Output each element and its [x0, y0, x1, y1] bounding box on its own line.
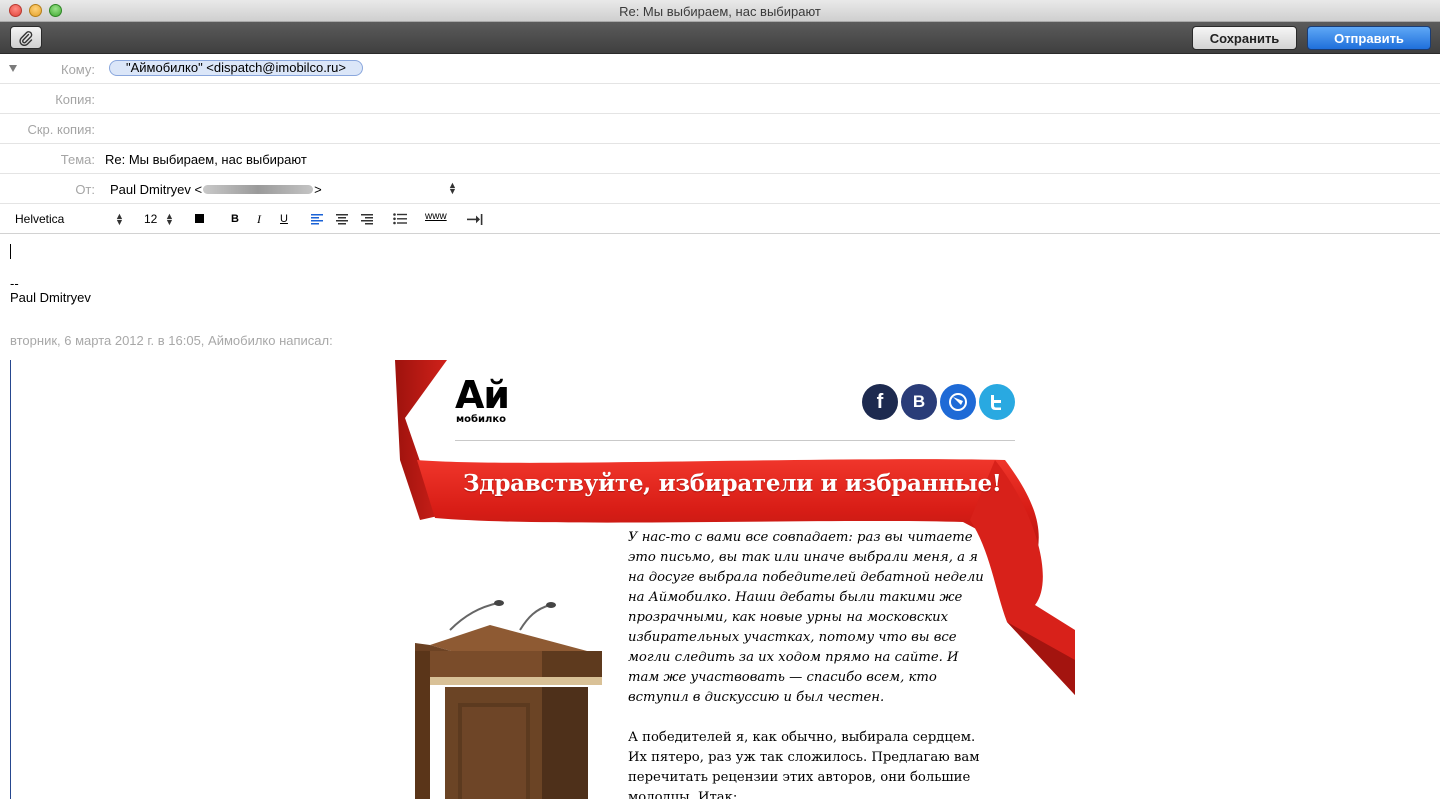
- bcc-row[interactable]: Скр. копия:: [0, 114, 1440, 144]
- logo-subtitle: мобилко: [456, 414, 507, 425]
- format-bar: Helvetica ▲ ▼ 12 ▲ ▼ B I U www: [0, 204, 1440, 234]
- vkontakte-icon[interactable]: B: [901, 384, 937, 420]
- recipient-token[interactable]: "Аймобилко" <dispatch@imobilco.ru>: [109, 60, 363, 76]
- bcc-label: Скр. копия:: [27, 122, 95, 137]
- text-cursor: [10, 244, 11, 259]
- from-row: От: Paul Dmitryev < > ▲ ▼: [0, 174, 1440, 204]
- twitter-glyph: [991, 395, 1001, 410]
- font-family-select[interactable]: Helvetica: [15, 212, 64, 226]
- podium-image: [415, 600, 602, 799]
- toolbar: Сохранить Отправить: [0, 22, 1440, 54]
- send-button[interactable]: Отправить: [1307, 26, 1431, 50]
- subject-input[interactable]: Re: Мы выбираем, нас выбирают: [105, 152, 307, 167]
- from-label: От:: [75, 182, 95, 197]
- newsletter-paragraph-1: У нас-то с вами все совпадает: раз вы чи…: [628, 530, 984, 705]
- livejournal-glyph: [949, 393, 967, 411]
- facebook-icon[interactable]: f: [862, 384, 898, 420]
- bold-button[interactable]: B: [231, 213, 239, 225]
- subject-label: Тема:: [60, 152, 95, 167]
- logo[interactable]: Ай: [455, 375, 510, 415]
- align-center-icon[interactable]: [336, 214, 348, 225]
- newsletter-headline: Здравствуйте, избиратели и избранные!: [463, 470, 1002, 497]
- redacted-email: [203, 185, 314, 194]
- font-family-chevron-icon[interactable]: ▲ ▼: [115, 212, 124, 227]
- save-button[interactable]: Сохранить: [1192, 26, 1297, 50]
- window-title: Re: Мы выбираем, нас выбирают: [619, 4, 821, 19]
- signature-separator: --: [10, 276, 19, 291]
- attach-button[interactable]: [10, 26, 42, 49]
- insert-link-button[interactable]: www: [425, 211, 447, 222]
- subject-row: Тема: Re: Мы выбираем, нас выбирают: [0, 144, 1440, 174]
- from-suffix: >: [314, 182, 322, 197]
- title-bar: Re: Мы выбираем, нас выбирают: [0, 0, 1440, 22]
- newsletter-paragraph-2: А победителей я, как обычно, выбирала се…: [628, 730, 980, 799]
- underline-button[interactable]: U: [280, 213, 288, 225]
- text-color-well[interactable]: [195, 214, 204, 223]
- from-select[interactable]: Paul Dmitryev < >: [110, 182, 322, 197]
- font-size-select[interactable]: 12: [144, 212, 157, 226]
- to-row: Кому: "Аймобилко" <dispatch@imobilco.ru>: [0, 54, 1440, 84]
- indent-icon[interactable]: [467, 214, 483, 225]
- livejournal-icon[interactable]: [940, 384, 976, 420]
- quote-header: вторник, 6 марта 2012 г. в 16:05, Аймоби…: [10, 333, 333, 348]
- cc-row[interactable]: Копия:: [0, 84, 1440, 114]
- newsletter: Ай мобилко f B Здравствуйте, избиратели …: [395, 360, 1075, 799]
- to-label: Кому:: [61, 62, 95, 77]
- quote-bar: [10, 360, 11, 799]
- from-chevron-icon[interactable]: ▲ ▼: [448, 181, 457, 196]
- font-size-chevron-icon[interactable]: ▲ ▼: [165, 212, 174, 227]
- align-left-icon[interactable]: [311, 214, 323, 225]
- twitter-icon[interactable]: [979, 384, 1015, 420]
- bullet-list-icon[interactable]: [393, 213, 407, 225]
- cc-label: Копия:: [55, 92, 95, 107]
- align-right-icon[interactable]: [361, 214, 373, 225]
- paperclip-icon: [19, 30, 33, 46]
- disclosure-triangle-icon[interactable]: [9, 65, 17, 72]
- italic-button[interactable]: I: [257, 212, 261, 227]
- signature: Paul Dmitryev: [10, 290, 91, 305]
- from-name: Paul Dmitryev <: [110, 182, 203, 197]
- header-divider: [455, 440, 1015, 441]
